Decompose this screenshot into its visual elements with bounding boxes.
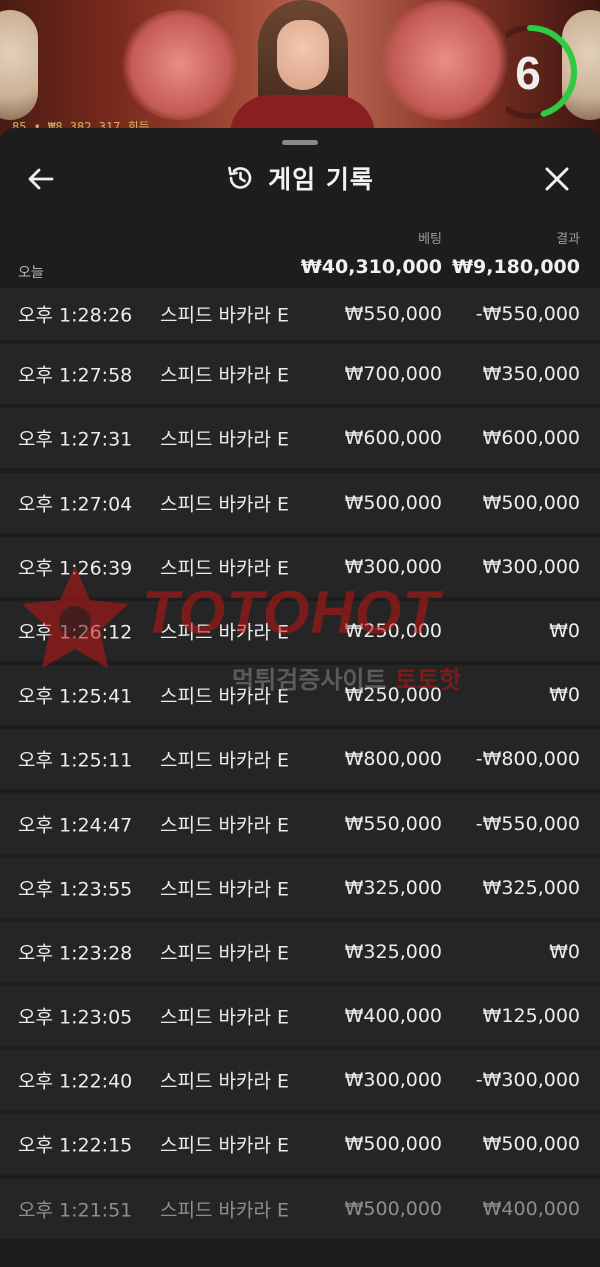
row-bet: ₩400,000: [344, 1005, 442, 1028]
row-bet: ₩500,000: [344, 1197, 442, 1220]
history-row[interactable]: 오후 1:25:11 스피드 바카라 E ₩800,000 -₩800,000: [0, 729, 600, 790]
history-row[interactable]: 오후 1:27:58 스피드 바카라 E ₩700,000 ₩350,000: [0, 344, 600, 405]
row-game: 스피드 바카라 E: [160, 1006, 289, 1029]
row-game: 스피드 바카라 E: [160, 814, 289, 836]
history-row[interactable]: 오후 1:23:55 스피드 바카라 E ₩325,000 ₩325,000: [0, 857, 600, 918]
round-timer: 6: [483, 24, 578, 120]
row-time: 오후 1:27:04: [18, 493, 133, 516]
result-column-label: 결과: [556, 232, 580, 247]
row-bet: ₩550,000: [344, 812, 442, 835]
row-result: ₩400,000: [482, 1197, 580, 1220]
column-headers: 베팅 결과: [0, 228, 600, 247]
row-time: 오후 1:27:31: [18, 428, 133, 451]
page-title: 게임 기록: [268, 165, 374, 194]
title-group: 게임 기록: [0, 150, 600, 206]
row-game: 스피드 바카라 E: [160, 942, 289, 965]
history-row[interactable]: 오후 1:21:51 스피드 바카라 E ₩500,000 ₩400,000: [0, 1178, 600, 1239]
row-result: -₩550,000: [475, 303, 580, 325]
row-bet: ₩550,000: [344, 303, 442, 325]
row-time: 오후 1:26:12: [18, 621, 133, 644]
row-time: 오후 1:23:55: [18, 878, 133, 901]
row-result: -₩300,000: [475, 1069, 580, 1092]
history-row[interactable]: 오후 1:27:04 스피드 바카라 E ₩500,000 ₩500,000: [0, 472, 600, 533]
row-bet: ₩500,000: [344, 491, 442, 514]
row-bet: ₩300,000: [344, 555, 442, 578]
row-game: 스피드 바카라 E: [160, 557, 289, 580]
close-button[interactable]: [538, 160, 576, 198]
bet-column-label: 베팅: [418, 232, 442, 247]
row-time: 오후 1:23:28: [18, 942, 133, 965]
row-bet: ₩325,000: [344, 940, 442, 963]
row-result: ₩600,000: [482, 427, 580, 450]
row-time: 오후 1:27:58: [18, 364, 133, 387]
history-row[interactable]: 오후 1:28:26 스피드 바카라 E ₩550,000 -₩550,000: [0, 288, 600, 340]
row-game: 스피드 바카라 E: [160, 304, 289, 327]
row-time: 오후 1:23:05: [18, 1006, 133, 1029]
row-result: -₩550,000: [475, 812, 580, 835]
history-row[interactable]: 오후 1:22:15 스피드 바카라 E ₩500,000 ₩500,000: [0, 1114, 600, 1175]
timer-value: 6: [515, 47, 541, 99]
row-result: ₩325,000: [482, 876, 580, 899]
row-time: 오후 1:25:41: [18, 685, 133, 708]
row-result: ₩0: [549, 619, 580, 642]
history-row[interactable]: 오후 1:22:40 스피드 바카라 E ₩300,000 -₩300,000: [0, 1050, 600, 1111]
history-row[interactable]: 오후 1:27:31 스피드 바카라 E ₩600,000 ₩600,000: [0, 408, 600, 469]
row-result: ₩350,000: [482, 363, 580, 386]
row-result: ₩0: [549, 940, 580, 963]
dealer-avatar: [277, 20, 329, 90]
row-bet: ₩300,000: [344, 1069, 442, 1092]
row-bet: ₩800,000: [344, 748, 442, 771]
row-game: 스피드 바카라 E: [160, 621, 289, 644]
arrow-left-icon: [28, 168, 54, 190]
row-result: ₩500,000: [482, 491, 580, 514]
history-row[interactable]: 오후 1:24:47 스피드 바카라 E ₩550,000 -₩550,000: [0, 793, 600, 854]
back-button[interactable]: [22, 160, 60, 198]
row-time: 오후 1:22:15: [18, 1134, 133, 1157]
history-row[interactable]: 오후 1:25:41 스피드 바카라 E ₩250,000 ₩0: [0, 665, 600, 726]
row-bet: ₩600,000: [344, 427, 442, 450]
row-game: 스피드 바카라 E: [160, 878, 289, 901]
row-game: 스피드 바카라 E: [160, 364, 289, 387]
row-bet: ₩325,000: [344, 876, 442, 899]
row-game: 스피드 바카라 E: [160, 1070, 289, 1093]
row-game: 스피드 바카라 E: [160, 428, 289, 451]
row-bet: ₩500,000: [344, 1133, 442, 1156]
date-label: 오늘: [18, 265, 44, 281]
game-history-sheet: 게임 기록 베팅 결과 오늘 ₩40,310,000 ₩9,180,000 오후…: [0, 128, 600, 1267]
row-game: 스피드 바카라 E: [160, 1199, 289, 1222]
row-game: 스피드 바카라 E: [160, 749, 289, 772]
row-result: ₩0: [549, 684, 580, 707]
history-row[interactable]: 오후 1:23:28 스피드 바카라 E ₩325,000 ₩0: [0, 921, 600, 982]
total-result: ₩9,180,000: [452, 256, 580, 278]
summary-row: 오늘 ₩40,310,000 ₩9,180,000: [0, 256, 600, 284]
history-list[interactable]: 오후 1:28:26 스피드 바카라 E ₩550,000 -₩550,000 오후 1…: [0, 288, 600, 1243]
row-game: 스피드 바카라 E: [160, 685, 289, 708]
row-game: 스피드 바카라 E: [160, 493, 289, 516]
row-time: 오후 1:25:11: [18, 749, 133, 772]
sheet-grabber[interactable]: [282, 140, 318, 145]
history-row[interactable]: 오후 1:26:39 스피드 바카라 E ₩300,000 ₩300,000: [0, 536, 600, 597]
row-game: 스피드 바카라 E: [160, 1134, 289, 1157]
lantern-left: [0, 10, 38, 120]
row-bet: ₩700,000: [344, 363, 442, 386]
row-bet: ₩250,000: [344, 684, 442, 707]
blossom-decoration: [380, 0, 510, 120]
row-result: ₩500,000: [482, 1133, 580, 1156]
history-row[interactable]: 오후 1:26:12 스피드 바카라 E ₩250,000 ₩0: [0, 600, 600, 661]
row-time: 오후 1:21:51: [18, 1199, 133, 1222]
row-time: 오후 1:22:40: [18, 1070, 133, 1093]
row-result: -₩800,000: [475, 748, 580, 771]
history-icon: [228, 166, 252, 189]
row-time: 오후 1:26:39: [18, 557, 133, 580]
row-time: 오후 1:28:26: [18, 304, 133, 327]
row-time: 오후 1:24:47: [18, 814, 133, 836]
close-icon: [545, 167, 569, 191]
row-bet: ₩250,000: [344, 619, 442, 642]
blossom-decoration: [120, 10, 240, 120]
row-result: ₩125,000: [482, 1005, 580, 1028]
row-result: ₩300,000: [482, 555, 580, 578]
total-bet: ₩40,310,000: [300, 256, 442, 278]
history-row[interactable]: 오후 1:23:05 스피드 바카라 E ₩400,000 ₩125,000: [0, 986, 600, 1047]
sheet-header: 게임 기록: [0, 150, 600, 206]
